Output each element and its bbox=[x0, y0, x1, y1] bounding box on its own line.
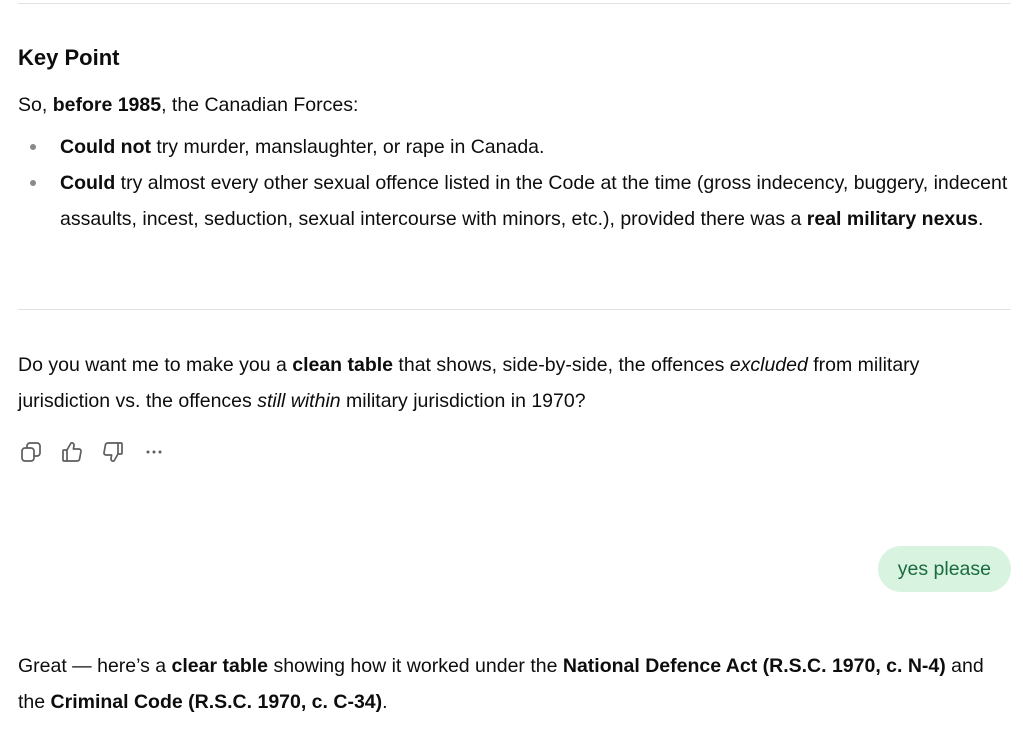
bullet-dot bbox=[30, 144, 36, 150]
bullet-dot bbox=[30, 180, 36, 186]
reply-text: . bbox=[382, 691, 388, 713]
intro-bold: before 1985 bbox=[52, 94, 162, 116]
more-button[interactable] bbox=[141, 439, 167, 465]
offer-italic: still within bbox=[257, 390, 341, 412]
bullet-text: try murder, manslaughter, or rape in Can… bbox=[150, 136, 545, 158]
reply-bold: clear table bbox=[171, 655, 269, 677]
copy-icon bbox=[21, 442, 41, 462]
offer-text: Do you want me to make you a bbox=[18, 354, 293, 376]
reply-bold: Criminal Code (R.S.C. 1970, c. C-34) bbox=[50, 691, 383, 713]
thumbs-up-icon bbox=[62, 442, 82, 462]
bullet-lead: Could not bbox=[60, 136, 151, 158]
more-icon bbox=[146, 450, 162, 454]
list-item: Could not try murder, manslaughter, or r… bbox=[18, 129, 1011, 165]
offer-bold: clean table bbox=[292, 354, 394, 376]
section-divider bbox=[18, 309, 1011, 310]
copy-button[interactable] bbox=[18, 439, 44, 465]
offer-italic: excluded bbox=[729, 354, 808, 376]
bullet-lead: Could bbox=[60, 172, 116, 194]
thumbs-down-button[interactable] bbox=[100, 439, 126, 465]
top-divider bbox=[18, 3, 1011, 4]
reply-text: showing how it worked under the bbox=[268, 655, 563, 677]
list-item: Could try almost every other sexual offe… bbox=[18, 165, 1011, 237]
key-point-list: Could not try murder, manslaughter, or r… bbox=[18, 129, 1011, 237]
offer-paragraph: Do you want me to make you a clean table… bbox=[18, 347, 1008, 419]
key-point-heading: Key Point bbox=[18, 45, 120, 70]
bullet-bold-tail: real military nexus bbox=[806, 208, 979, 230]
offer-text: military jurisdiction in 1970? bbox=[340, 390, 586, 412]
intro-prefix: So, bbox=[18, 94, 53, 116]
bullet-end: . bbox=[978, 208, 984, 230]
thumbs-up-button[interactable] bbox=[59, 439, 85, 465]
key-point-intro: So, before 1985, the Canadian Forces: bbox=[18, 87, 1008, 123]
message-actions bbox=[18, 439, 182, 465]
reply-paragraph: Great — here’s a clear table showing how… bbox=[18, 648, 1008, 720]
reply-bold: National Defence Act (R.S.C. 1970, c. N-… bbox=[562, 655, 946, 677]
user-message-bubble: yes please bbox=[877, 546, 1011, 592]
reply-text: Great — here’s a bbox=[18, 655, 172, 677]
intro-suffix: , the Canadian Forces: bbox=[161, 94, 359, 116]
offer-text: that shows, side-by-side, the offences bbox=[393, 354, 730, 376]
thumbs-down-icon bbox=[103, 442, 123, 462]
